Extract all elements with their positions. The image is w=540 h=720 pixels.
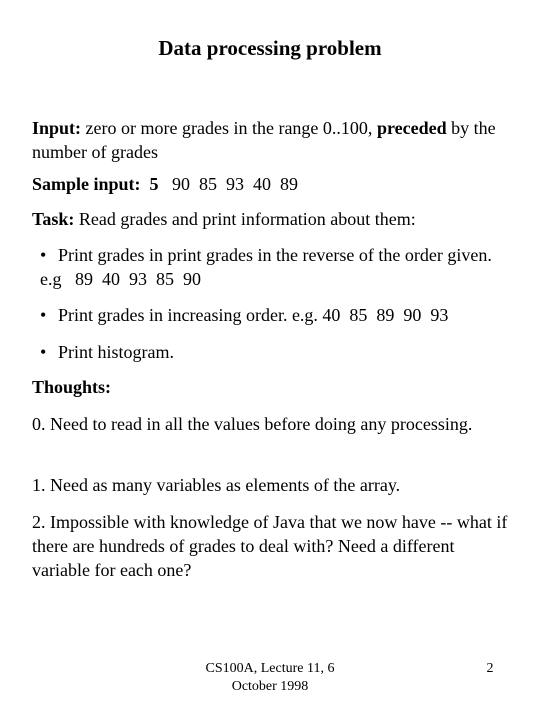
task-description: Task: Read grades and print information … (32, 207, 512, 231)
input-emphasis: preceded (376, 118, 447, 138)
thought-item: 2. Impossible with knowledge of Java tha… (32, 512, 508, 580)
thought-item: 0. Need to read in all the values before… (32, 414, 473, 434)
task-text: Read grades and print information about … (74, 209, 416, 229)
page-number: 2 (486, 661, 494, 676)
footer-course-info: CS100A, Lecture 11, 6 October 1998 (200, 660, 340, 696)
footer-course-line-1: CS100A, Lecture 11, 6 (205, 661, 335, 676)
sample-input-values: 90 85 93 40 89 (158, 174, 299, 194)
input-label: Input: (32, 118, 82, 138)
sample-input: Sample input: 5 90 85 93 40 89 (32, 172, 512, 196)
sample-input-label: Sample input: 5 (32, 174, 159, 194)
input-text: zero or more grades in the range 0..100, (81, 118, 377, 138)
bullet-item: • Print grades in increasing order. e.g. … (40, 303, 510, 327)
slide-title: Data processing problem (158, 36, 382, 60)
thoughts-heading: Thoughts: (32, 377, 112, 397)
bullet-item: • Print grades in print grades in the rev… (40, 243, 510, 291)
bullet-text: Print grades in print grades in the reve… (40, 245, 497, 289)
bullet-icon: • (40, 305, 47, 325)
bullet-icon: • (40, 342, 47, 362)
thought-item: 1. Need as many variables as elements of… (32, 475, 401, 495)
footer-course-line-2: October 1998 (231, 679, 309, 694)
bullet-text: Print histogram. (58, 342, 174, 362)
task-label: Task: (32, 209, 75, 229)
bullet-icon: • (40, 245, 47, 265)
input-description: Input: zero or more grades in the range … (32, 116, 512, 164)
bullet-item: • Print histogram. (40, 340, 510, 364)
bullet-text: Print grades in increasing order. e.g. 4… (58, 305, 449, 325)
